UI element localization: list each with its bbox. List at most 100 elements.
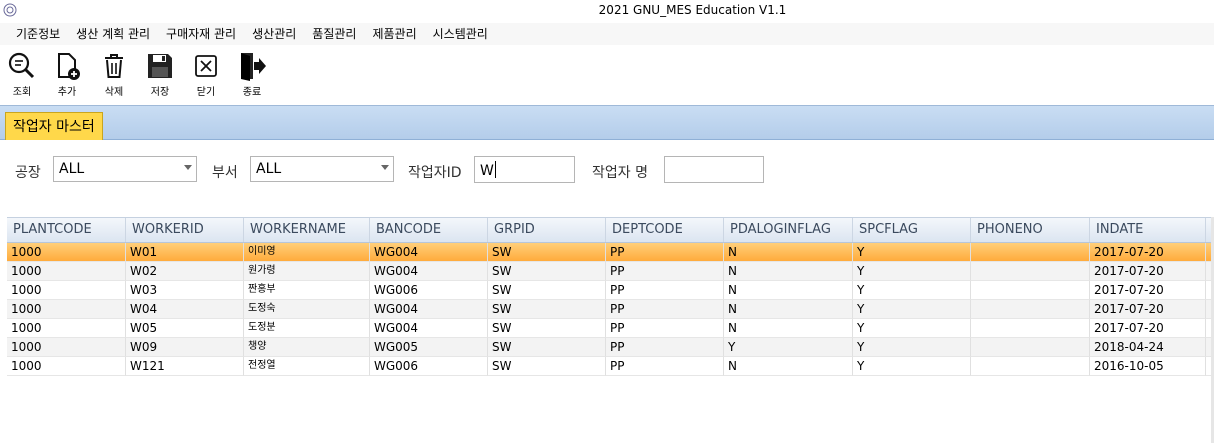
cell-bancode[interactable]: WG006 <box>370 281 488 300</box>
cell-spcflag[interactable]: Y <box>853 262 971 281</box>
cell-spcflag[interactable]: Y <box>853 281 971 300</box>
cell-bancode[interactable]: WG005 <box>370 338 488 357</box>
save-button[interactable]: 저장 <box>140 51 180 101</box>
delete-button[interactable]: 삭제 <box>94 51 134 101</box>
table-row[interactable]: 1000 W05 도정분 WG004 SW PP N Y 2017-07-20 <box>7 319 1214 338</box>
cell-indate[interactable]: 2017-07-20 <box>1090 300 1206 319</box>
cell-bancode[interactable]: WG004 <box>370 319 488 338</box>
cell-phoneno[interactable] <box>971 281 1090 300</box>
cell-deptcode[interactable]: PP <box>606 281 724 300</box>
cell-workername[interactable]: 이미영 <box>244 243 370 262</box>
table-row[interactable]: 1000 W03 짠홍부 WG006 SW PP N Y 2017-07-20 <box>7 281 1214 300</box>
menu-quality[interactable]: 품질관리 <box>304 23 364 45</box>
cell-workerid[interactable]: W01 <box>126 243 244 262</box>
cell-workerid[interactable]: W09 <box>126 338 244 357</box>
cell-deptcode[interactable]: PP <box>606 243 724 262</box>
close-button[interactable]: 닫기 <box>186 51 226 101</box>
cell-phoneno[interactable] <box>971 338 1090 357</box>
cell-workername[interactable]: 원가령 <box>244 262 370 281</box>
table-row[interactable]: 1000 W121 전정열 WG006 SW PP N Y 2016-10-05 <box>7 357 1214 376</box>
cell-phoneno[interactable] <box>971 262 1090 281</box>
cell-deptcode[interactable]: PP <box>606 338 724 357</box>
cell-spcflag[interactable]: Y <box>853 338 971 357</box>
chevron-down-icon[interactable] <box>184 165 192 170</box>
plant-combo[interactable]: ALL <box>53 156 197 182</box>
cell-phoneno[interactable] <box>971 319 1090 338</box>
cell-bancode[interactable]: WG004 <box>370 262 488 281</box>
cell-workerid[interactable]: W03 <box>126 281 244 300</box>
dept-combo[interactable]: ALL <box>250 156 394 182</box>
cell-grpid[interactable]: SW <box>488 338 606 357</box>
table-row[interactable]: 1000 W09 챙양 WG005 SW PP Y Y 2018-04-24 <box>7 338 1214 357</box>
cell-deptcode[interactable]: PP <box>606 300 724 319</box>
cell-workerid[interactable]: W121 <box>126 357 244 376</box>
cell-workername[interactable]: 도정분 <box>244 319 370 338</box>
col-header-bancode[interactable]: BANCODE <box>370 218 488 242</box>
cell-plantcode[interactable]: 1000 <box>7 243 126 262</box>
table-row[interactable]: 1000 W04 도정숙 WG004 SW PP N Y 2017-07-20 <box>7 300 1214 319</box>
workername-input[interactable] <box>664 156 764 183</box>
cell-workername[interactable]: 도정숙 <box>244 300 370 319</box>
cell-workerid[interactable]: W05 <box>126 319 244 338</box>
cell-bancode[interactable]: WG006 <box>370 357 488 376</box>
cell-deptcode[interactable]: PP <box>606 357 724 376</box>
menu-product[interactable]: 제품관리 <box>364 23 424 45</box>
cell-deptcode[interactable]: PP <box>606 262 724 281</box>
col-header-grpid[interactable]: GRPID <box>488 218 606 242</box>
cell-plantcode[interactable]: 1000 <box>7 262 126 281</box>
cell-plantcode[interactable]: 1000 <box>7 281 126 300</box>
cell-bancode[interactable]: WG004 <box>370 300 488 319</box>
cell-phoneno[interactable] <box>971 357 1090 376</box>
table-row[interactable]: 1000 W02 원가령 WG004 SW PP N Y 2017-07-20 <box>7 262 1214 281</box>
chevron-down-icon[interactable] <box>381 165 389 170</box>
cell-phoneno[interactable] <box>971 243 1090 262</box>
cell-grpid[interactable]: SW <box>488 357 606 376</box>
cell-bancode[interactable]: WG004 <box>370 243 488 262</box>
col-header-deptcode[interactable]: DEPTCODE <box>606 218 724 242</box>
cell-pdaloginflag[interactable]: N <box>724 281 853 300</box>
cell-indate[interactable]: 2016-10-05 <box>1090 357 1206 376</box>
cell-plantcode[interactable]: 1000 <box>7 319 126 338</box>
cell-workerid[interactable]: W02 <box>126 262 244 281</box>
cell-grpid[interactable]: SW <box>488 262 606 281</box>
table-row[interactable]: 1000 W01 이미영 WG004 SW PP N Y 2017-07-20 <box>7 243 1214 262</box>
col-header-pdaloginflag[interactable]: PDALOGINFLAG <box>724 218 853 242</box>
cell-spcflag[interactable]: Y <box>853 319 971 338</box>
cell-pdaloginflag[interactable]: N <box>724 357 853 376</box>
cell-pdaloginflag[interactable]: N <box>724 319 853 338</box>
col-header-spcflag[interactable]: SPCFLAG <box>853 218 971 242</box>
cell-indate[interactable]: 2017-07-20 <box>1090 319 1206 338</box>
add-button[interactable]: 추가 <box>47 51 87 101</box>
col-header-plantcode[interactable]: PLANTCODE <box>7 218 126 242</box>
cell-workerid[interactable]: W04 <box>126 300 244 319</box>
col-header-phoneno[interactable]: PHONENO <box>971 218 1090 242</box>
cell-indate[interactable]: 2017-07-20 <box>1090 281 1206 300</box>
cell-pdaloginflag[interactable]: Y <box>724 338 853 357</box>
cell-plantcode[interactable]: 1000 <box>7 338 126 357</box>
search-button[interactable]: 조회 <box>2 51 42 101</box>
cell-spcflag[interactable]: Y <box>853 300 971 319</box>
cell-phoneno[interactable] <box>971 300 1090 319</box>
cell-plantcode[interactable]: 1000 <box>7 357 126 376</box>
cell-deptcode[interactable]: PP <box>606 319 724 338</box>
cell-indate[interactable]: 2018-04-24 <box>1090 338 1206 357</box>
cell-grpid[interactable]: SW <box>488 281 606 300</box>
cell-indate[interactable]: 2017-07-20 <box>1090 262 1206 281</box>
menu-purchase-material[interactable]: 구매자재 관리 <box>158 23 244 45</box>
col-header-workername[interactable]: WORKERNAME <box>244 218 370 242</box>
menu-production[interactable]: 생산관리 <box>244 23 304 45</box>
menu-system[interactable]: 시스템관리 <box>425 23 496 45</box>
cell-spcflag[interactable]: Y <box>853 357 971 376</box>
cell-workername[interactable]: 짠홍부 <box>244 281 370 300</box>
menu-base-info[interactable]: 기준정보 <box>8 23 68 45</box>
workerid-input[interactable]: W <box>474 156 575 183</box>
cell-grpid[interactable]: SW <box>488 319 606 338</box>
cell-grpid[interactable]: SW <box>488 300 606 319</box>
cell-grpid[interactable]: SW <box>488 243 606 262</box>
cell-spcflag[interactable]: Y <box>853 243 971 262</box>
cell-plantcode[interactable]: 1000 <box>7 300 126 319</box>
col-header-workerid[interactable]: WORKERID <box>126 218 244 242</box>
cell-pdaloginflag[interactable]: N <box>724 262 853 281</box>
cell-workername[interactable]: 전정열 <box>244 357 370 376</box>
tab-worker-master[interactable]: 작업자 마스터 <box>5 112 103 141</box>
